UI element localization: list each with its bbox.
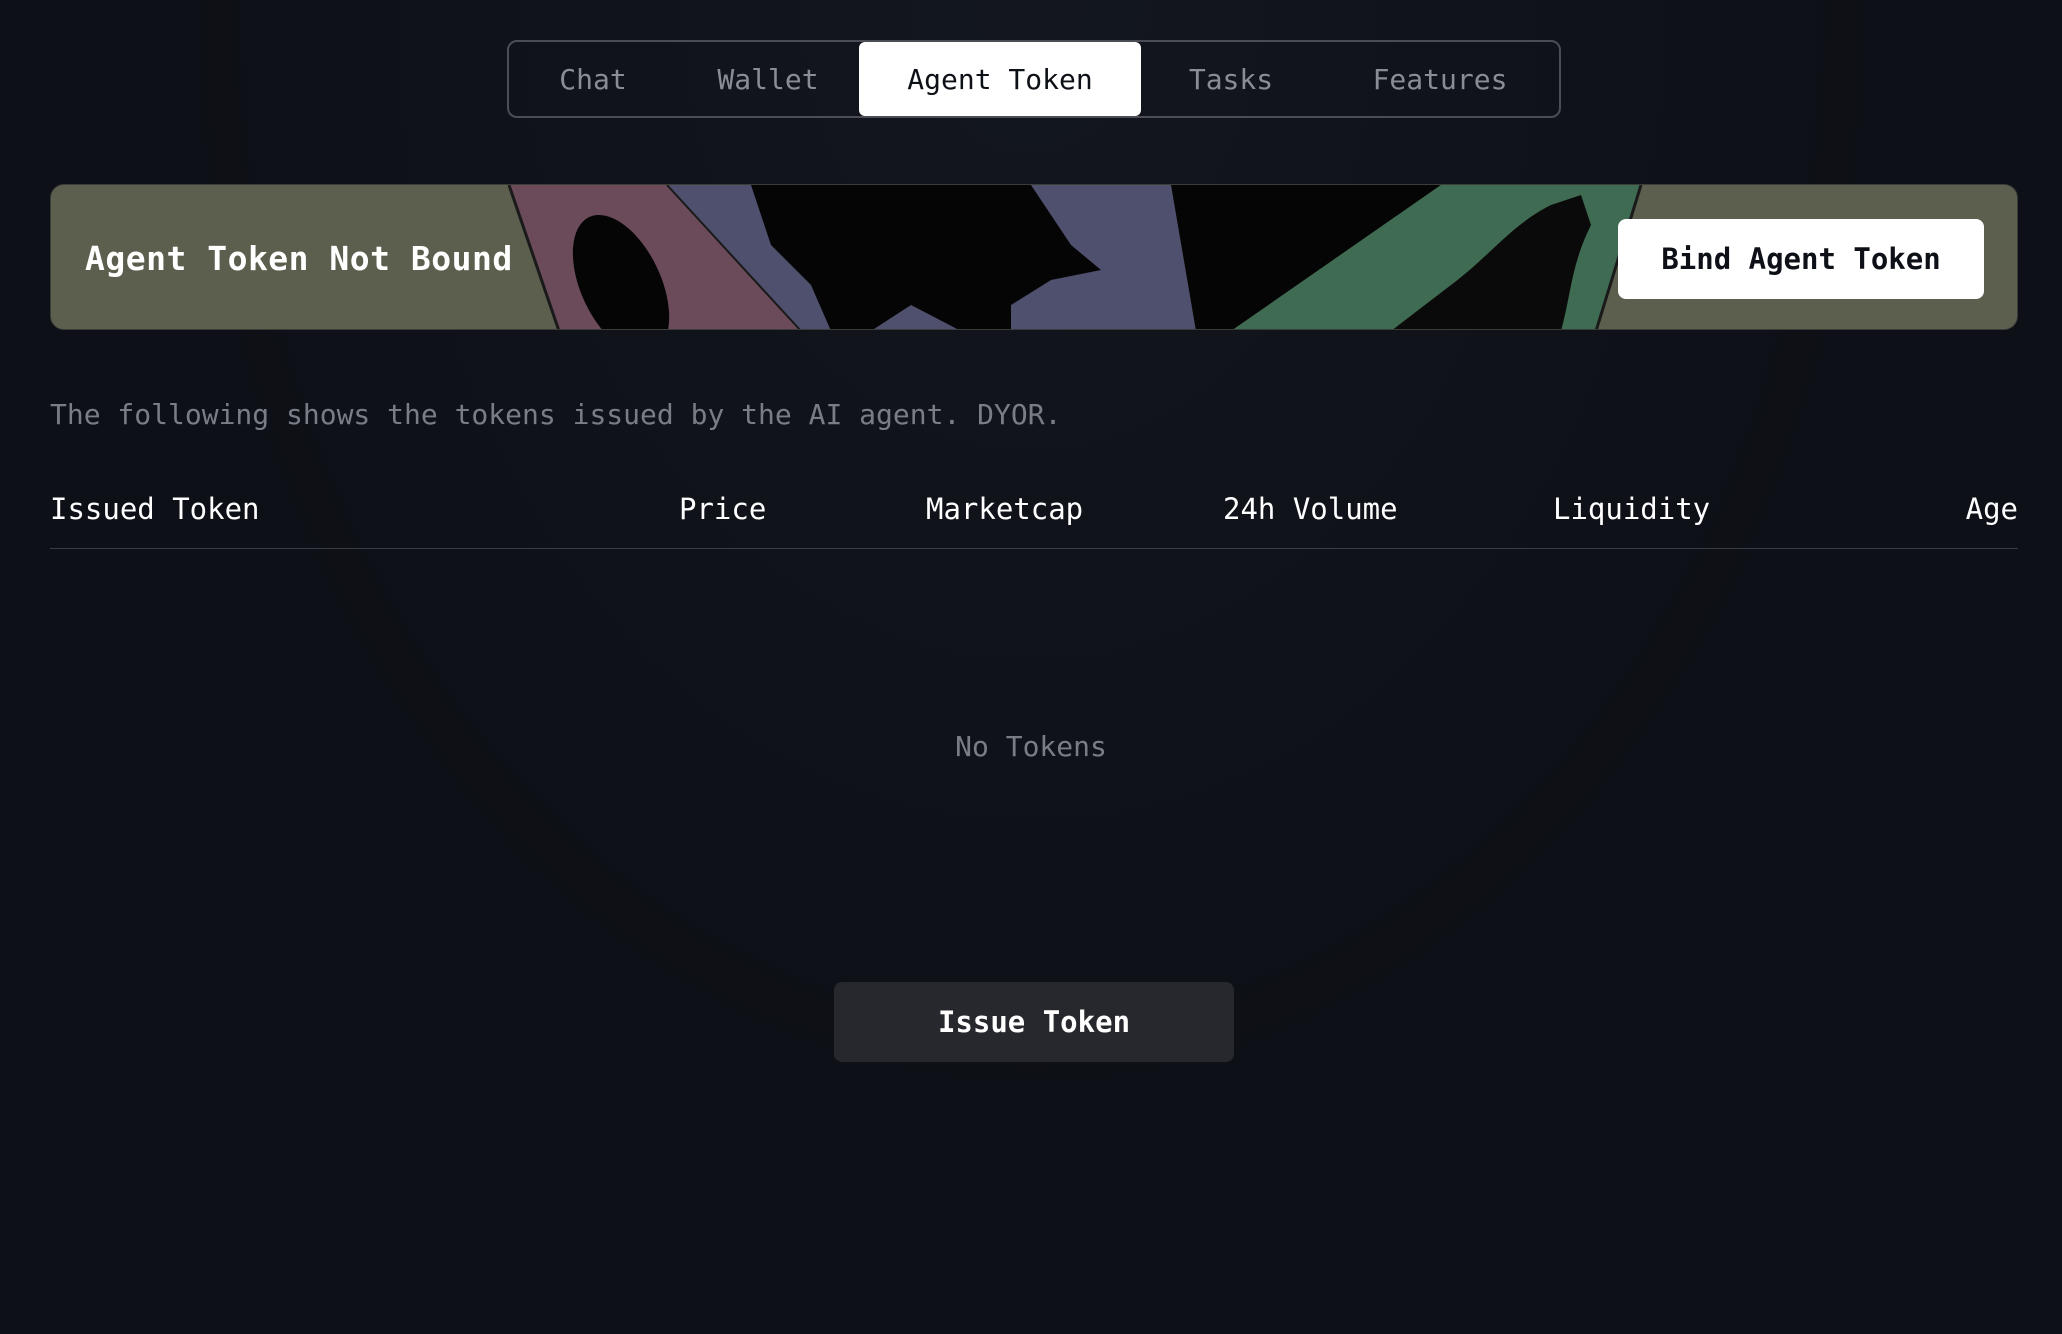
agent-token-banner: Agent Token Not Bound Bind Agent Token xyxy=(50,184,2018,330)
column-header-24h-volume: 24h Volume xyxy=(1223,492,1398,526)
tab-tasks[interactable]: Tasks xyxy=(1141,42,1321,116)
tab-chat[interactable]: Chat xyxy=(509,42,677,116)
tab-agent-token[interactable]: Agent Token xyxy=(859,42,1141,116)
column-header-issued-token: Issued Token xyxy=(50,492,260,526)
agent-token-page: Chat Wallet Agent Token Tasks Features A… xyxy=(0,0,2062,1334)
column-header-marketcap: Marketcap xyxy=(926,492,1084,526)
bind-agent-token-button[interactable]: Bind Agent Token xyxy=(1618,219,1984,299)
tokens-description: The following shows the tokens issued by… xyxy=(50,398,1062,431)
column-header-price: Price xyxy=(679,492,767,526)
issue-token-button[interactable]: Issue Token xyxy=(834,982,1234,1062)
column-header-age: Age xyxy=(1965,492,2018,526)
tab-wallet[interactable]: Wallet xyxy=(677,42,859,116)
empty-state-text: No Tokens xyxy=(955,730,1107,763)
column-header-liquidity: Liquidity xyxy=(1553,492,1711,526)
tab-bar: Chat Wallet Agent Token Tasks Features xyxy=(507,40,1561,118)
tab-features[interactable]: Features xyxy=(1321,42,1559,116)
tokens-table-header: Issued Token Price Marketcap 24h Volume … xyxy=(50,486,2018,549)
banner-title: Agent Token Not Bound xyxy=(85,238,513,278)
